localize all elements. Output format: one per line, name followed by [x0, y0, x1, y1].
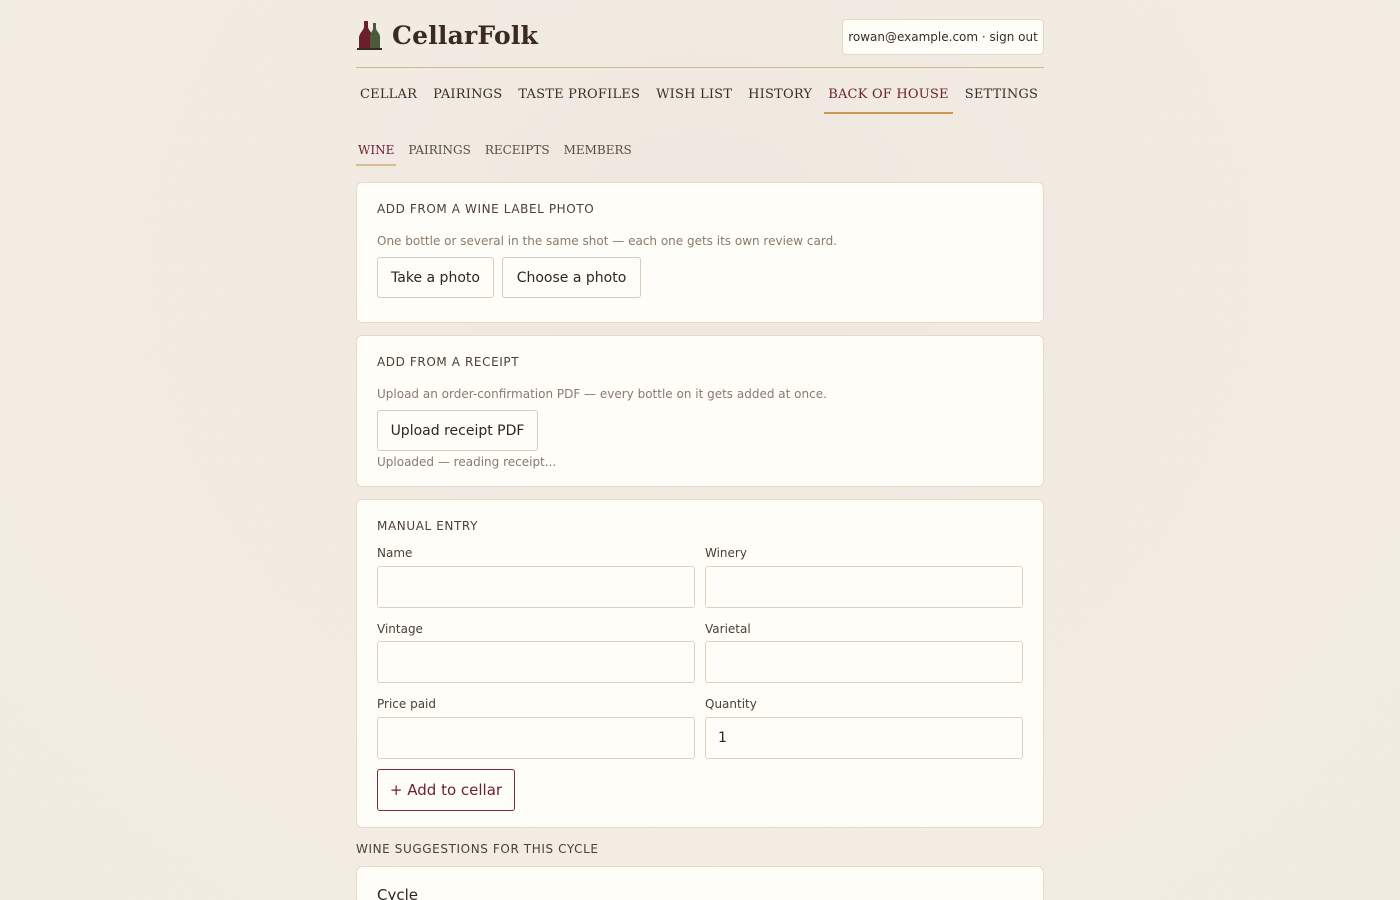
receipt-description: Upload an order-confirmation PDF — every… [377, 387, 827, 401]
subtab-wine[interactable]: WINE [356, 142, 397, 166]
nav-wish-list[interactable]: WISH LIST [652, 86, 736, 114]
subtab-members[interactable]: MEMBERS [562, 142, 634, 166]
choose-photo-button[interactable]: Choose a photo [502, 257, 641, 298]
nav-history[interactable]: HISTORY [744, 86, 816, 114]
sub-nav: WINE PAIRINGS RECEIPTS MEMBERS [356, 142, 644, 166]
winery-label: Winery [705, 546, 747, 560]
quantity-label: Quantity [705, 697, 757, 711]
subtab-receipts[interactable]: RECEIPTS [483, 142, 552, 166]
add-to-cellar-button[interactable]: + Add to cellar [377, 769, 515, 811]
subtab-pairings[interactable]: PAIRINGS [406, 142, 472, 166]
manual-entry-card: MANUAL ENTRY Name Winery Vintage Varieta… [356, 499, 1044, 828]
quantity-input[interactable] [705, 717, 1023, 759]
upload-receipt-button[interactable]: Upload receipt PDF [377, 410, 538, 451]
name-label: Name [377, 546, 413, 560]
vintage-input[interactable] [377, 641, 695, 683]
nav-cellar[interactable]: CELLAR [356, 86, 421, 114]
nav-taste-profiles[interactable]: TASTE PROFILES [514, 86, 644, 114]
nav-settings[interactable]: SETTINGS [961, 86, 1042, 114]
brand-name: CellarFolk [392, 20, 539, 50]
receipt-status: Uploaded — reading receipt... [377, 455, 557, 469]
take-photo-button[interactable]: Take a photo [377, 257, 494, 298]
cycle-card: Cycle [356, 866, 1044, 900]
varietal-label: Varietal [705, 622, 751, 636]
label-photo-card: ADD FROM A WINE LABEL PHOTO One bottle o… [356, 182, 1044, 323]
price-paid-label: Price paid [377, 697, 437, 711]
varietal-input[interactable] [705, 641, 1023, 683]
receipt-card: ADD FROM A RECEIPT Upload an order-confi… [356, 335, 1044, 487]
header: CellarFolk rowan@example.com · sign out [356, 0, 1044, 68]
suggestions-heading: WINE SUGGESTIONS FOR THIS CYCLE [356, 842, 599, 856]
receipt-title: ADD FROM A RECEIPT [377, 355, 520, 369]
brand-logo[interactable]: CellarFolk [356, 20, 538, 50]
user-signout-box[interactable]: rowan@example.com · sign out [842, 19, 1044, 55]
cycle-label: Cycle [377, 886, 418, 900]
winery-input[interactable] [705, 566, 1023, 608]
manual-entry-title: MANUAL ENTRY [377, 519, 479, 533]
page-container: CellarFolk rowan@example.com · sign out … [356, 0, 1044, 900]
name-input[interactable] [377, 566, 695, 608]
price-paid-input[interactable] [377, 717, 695, 759]
wine-bottles-icon [356, 20, 384, 50]
vintage-label: Vintage [377, 622, 423, 636]
nav-back-of-house[interactable]: BACK OF HOUSE [824, 86, 953, 114]
label-photo-description: One bottle or several in the same shot —… [377, 234, 838, 248]
main-nav: CELLAR PAIRINGS TASTE PROFILES WISH LIST… [356, 86, 1050, 116]
label-photo-title: ADD FROM A WINE LABEL PHOTO [377, 202, 595, 216]
nav-pairings[interactable]: PAIRINGS [429, 86, 506, 114]
